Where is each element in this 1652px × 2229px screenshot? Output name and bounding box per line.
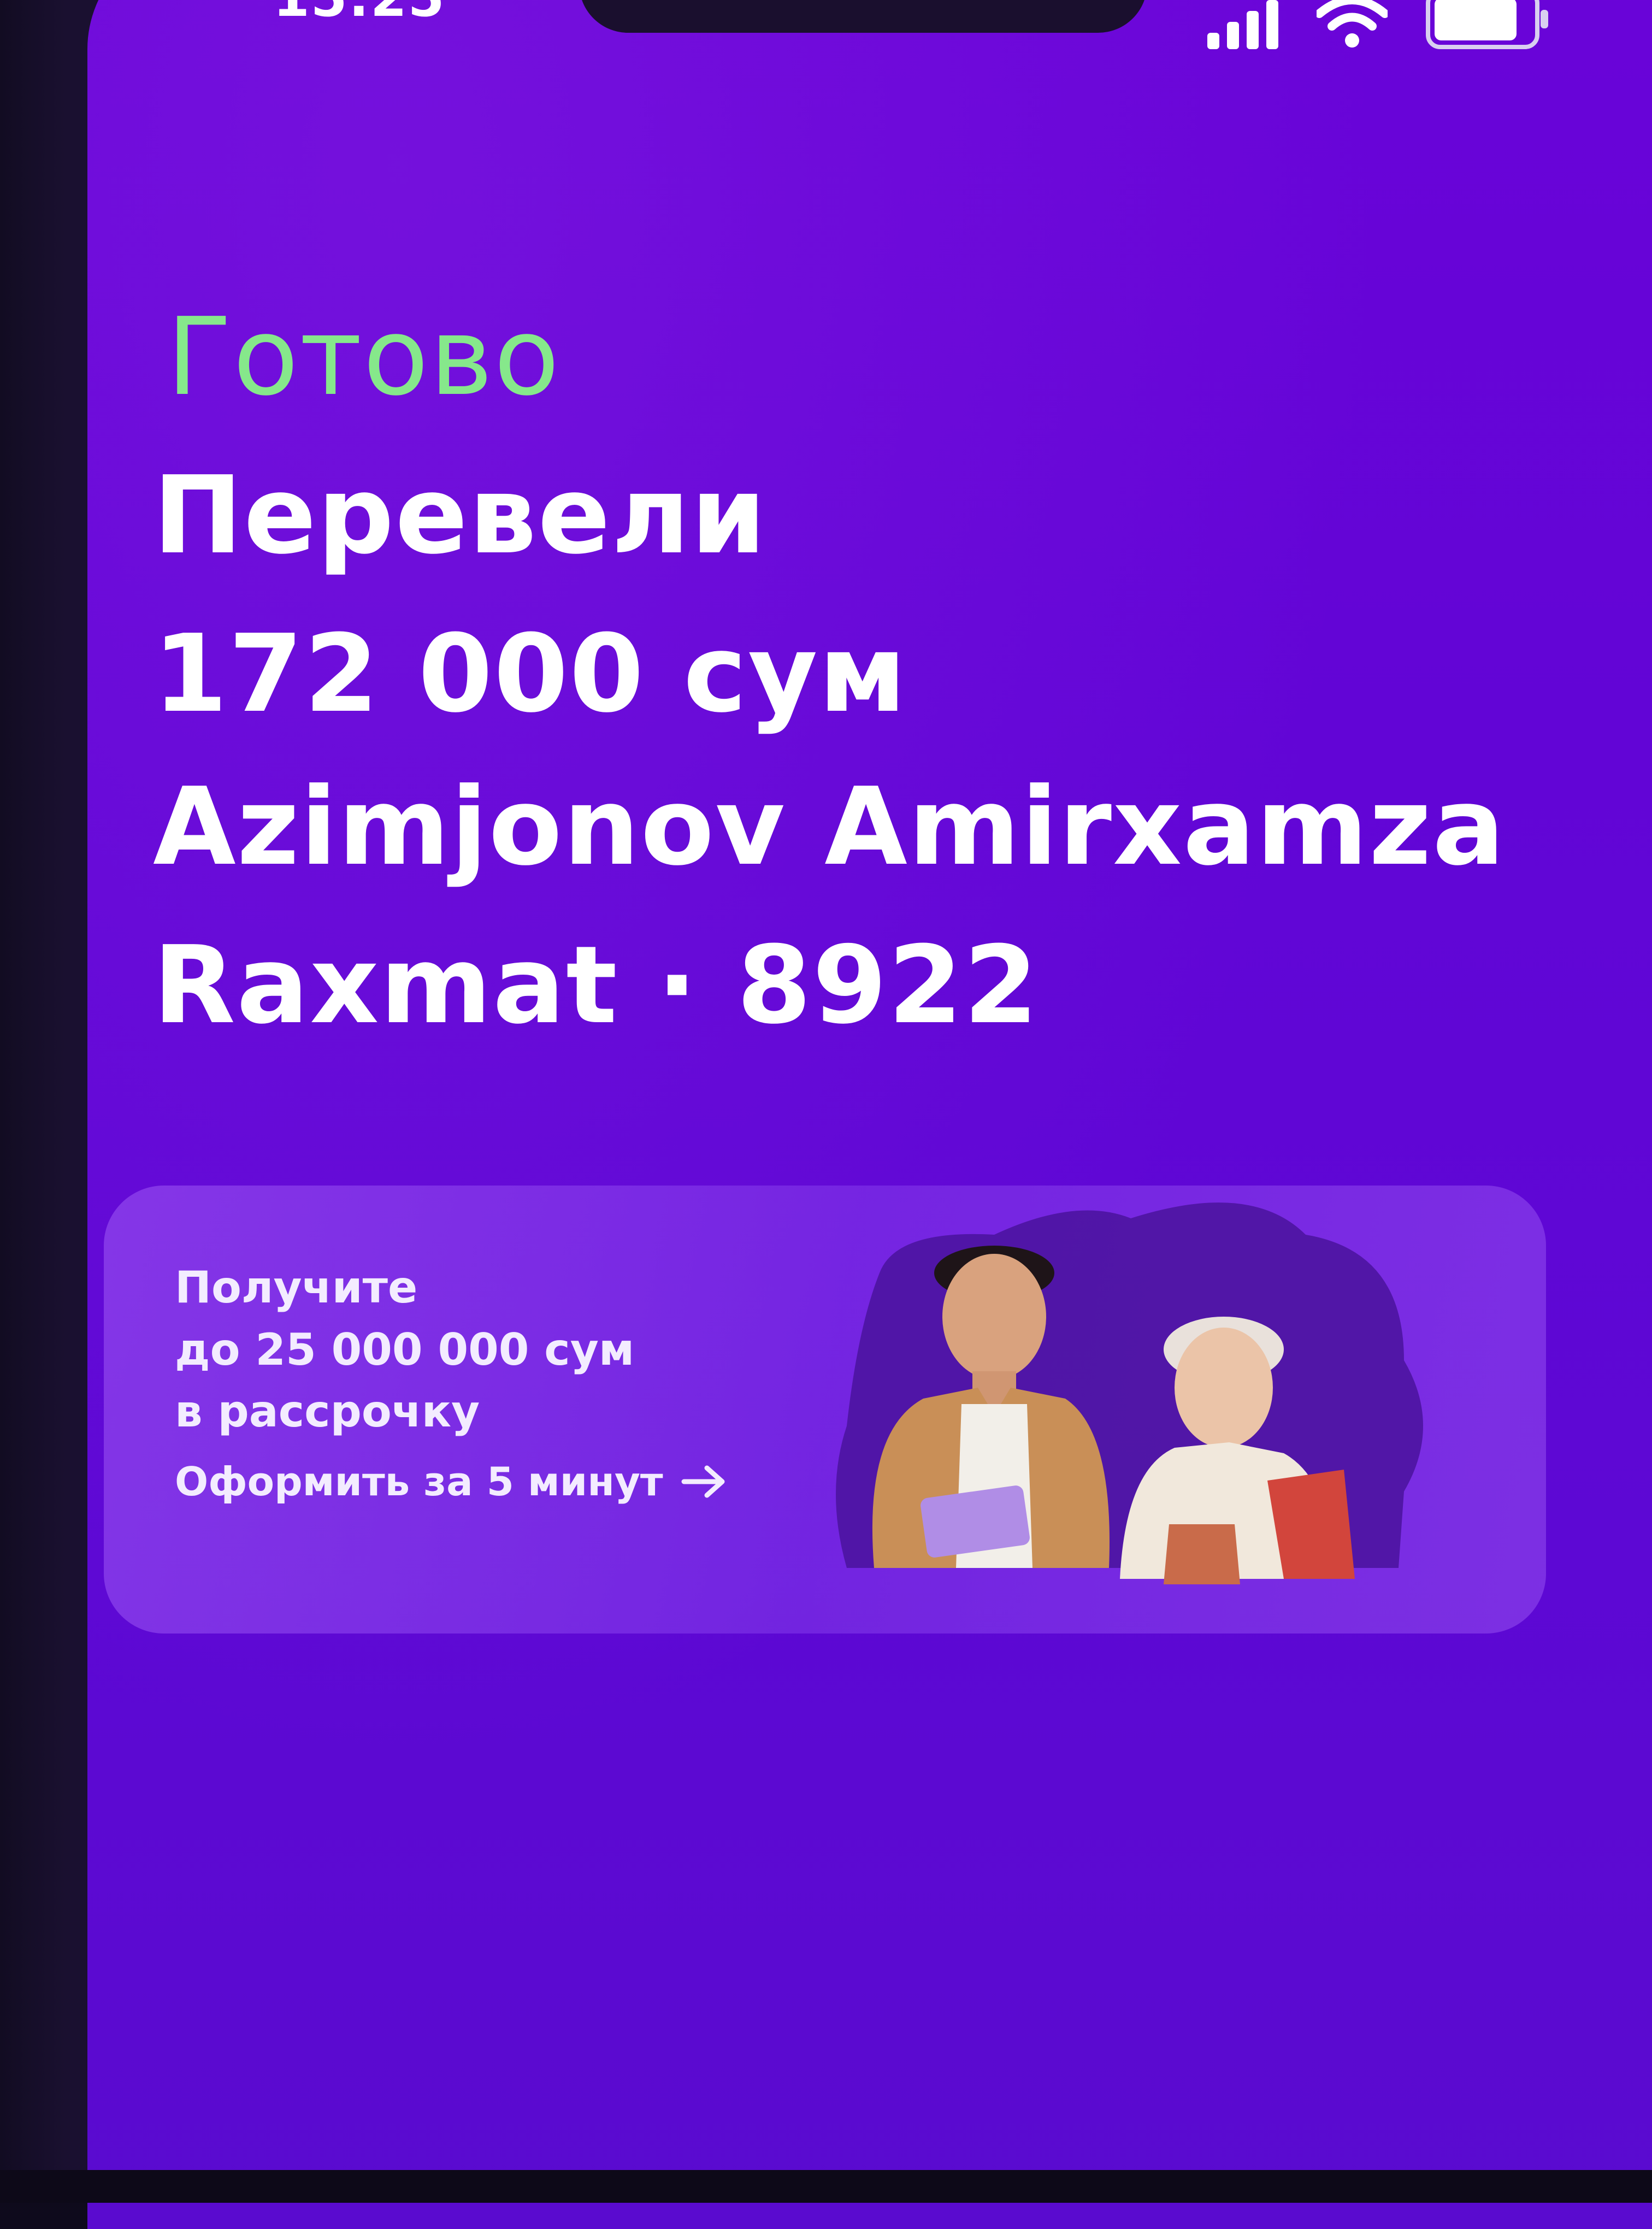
- promo-line-2: до 25 000 000 сум: [175, 1324, 635, 1375]
- status-icons: [1207, 0, 1551, 49]
- status-time: 15:25: [273, 0, 446, 28]
- transfer-action: Перевели: [153, 453, 768, 578]
- battery-icon: [1426, 0, 1551, 49]
- recipient-name: Azimjonov Amirxamza: [153, 765, 1506, 889]
- app-screen: 15:25: [87, 0, 1652, 2229]
- device-bottom-edge: [0, 2170, 1652, 2203]
- promo-text: Получите до 25 000 000 сум в рассрочку: [175, 1257, 634, 1443]
- recipient-card: Raxmat · 8922: [153, 923, 1040, 1048]
- promo-line-3: в рассрочку: [175, 1386, 480, 1437]
- promo-line-1: Получите: [175, 1262, 418, 1313]
- cellular-signal-icon: [1207, 0, 1278, 49]
- installment-promo-banner[interactable]: Получите до 25 000 000 сум в рассрочку О…: [104, 1186, 1546, 1634]
- wifi-icon: [1317, 0, 1388, 49]
- promo-cta-link[interactable]: Оформить за 5 минут: [175, 1459, 729, 1505]
- promo-cta-label: Оформить за 5 минут: [175, 1459, 663, 1505]
- camera-notch: [579, 0, 1147, 33]
- arrow-right-icon: [681, 1465, 725, 1498]
- promo-couple-image: [836, 1202, 1423, 1584]
- status-done-label: Готово: [167, 295, 560, 420]
- transfer-amount: 172 000 сум: [153, 612, 907, 736]
- device-frame: 15:25: [0, 0, 1652, 2229]
